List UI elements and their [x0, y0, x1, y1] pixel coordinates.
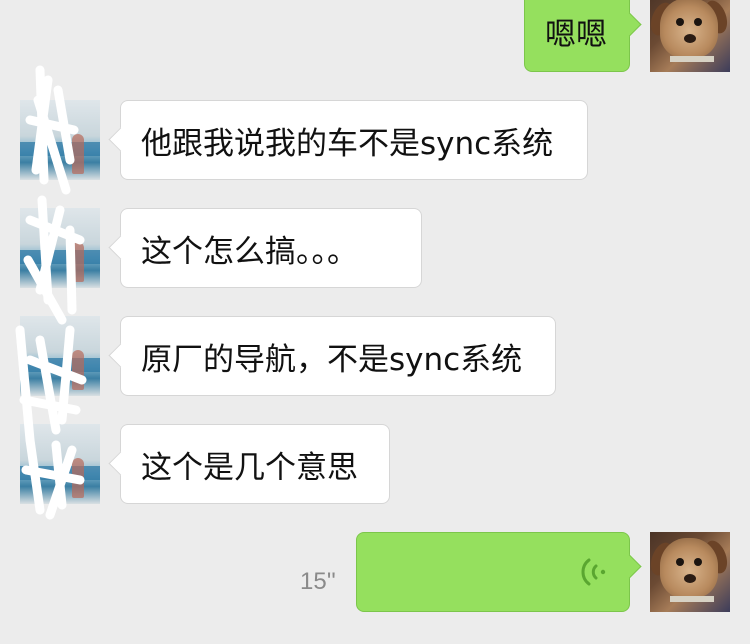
incoming-message-bubble[interactable]: 这个是几个意思 — [120, 424, 390, 504]
incoming-message-bubble[interactable]: 这个怎么搞。。。 — [120, 208, 422, 288]
voice-duration: 15'' — [300, 568, 336, 595]
message-text: 这个是几个意思 — [141, 449, 358, 486]
outgoing-message-bubble[interactable]: 嗯嗯 — [524, 0, 630, 72]
voice-wave-icon — [581, 558, 606, 586]
message-text: 他跟我说我的车不是sync系统 — [141, 125, 554, 162]
message-text: 嗯嗯 — [545, 16, 607, 53]
self-avatar[interactable] — [650, 532, 730, 612]
voice-message-bubble[interactable] — [356, 532, 630, 612]
incoming-message-bubble[interactable]: 原厂的导航，不是sync系统 — [120, 316, 556, 396]
message-text: 这个怎么搞。。。 — [141, 233, 358, 270]
contact-avatar[interactable] — [20, 100, 100, 180]
contact-avatar[interactable] — [20, 208, 100, 288]
message-text: 原厂的导航，不是sync系统 — [141, 341, 523, 378]
incoming-message-bubble[interactable]: 他跟我说我的车不是sync系统 — [120, 100, 588, 180]
self-avatar[interactable] — [650, 0, 730, 72]
contact-avatar[interactable] — [20, 316, 100, 396]
contact-avatar[interactable] — [20, 424, 100, 504]
